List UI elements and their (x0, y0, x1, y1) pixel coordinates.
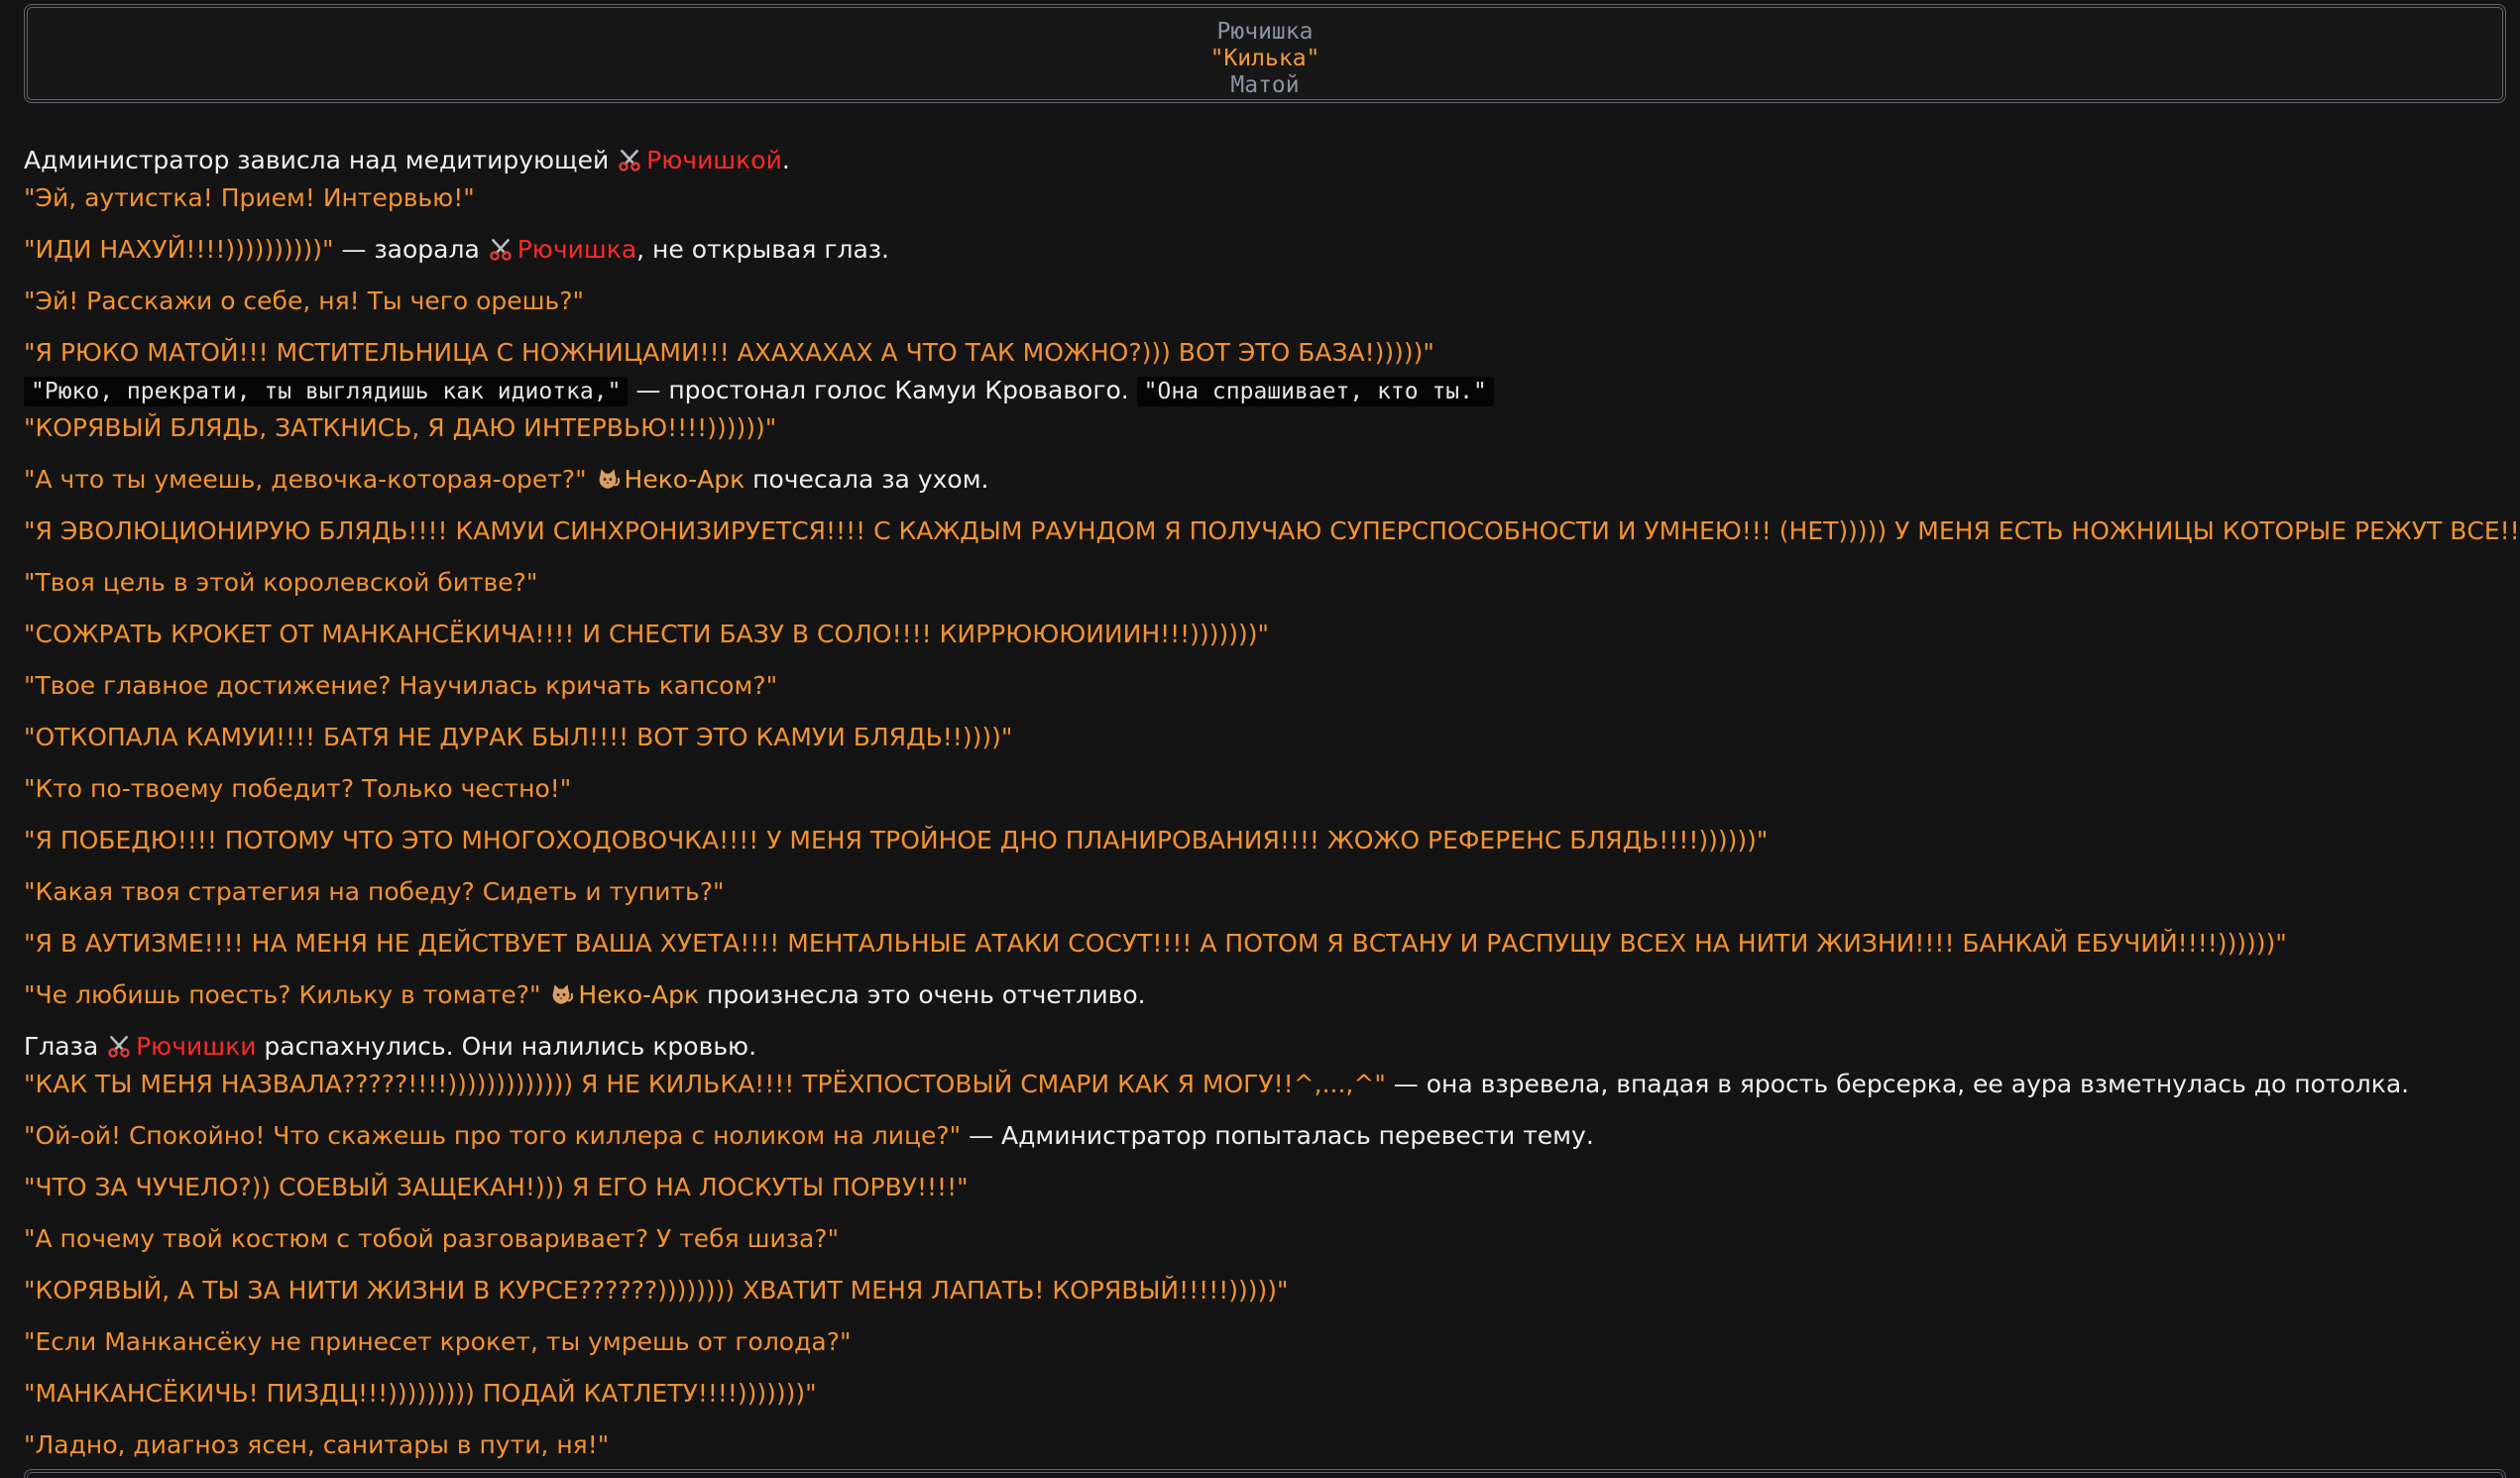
character-ryuchishka: Рючишка (516, 235, 637, 264)
narration: произнесла это очень отчетливо. (699, 980, 1146, 1009)
header-surname: Матой (1230, 72, 1300, 98)
character-neko-arc: Неко-Арк (624, 465, 745, 494)
dialogue-line: "Эй! Расскажи о себе, ня! Ты чего орешь?… (24, 286, 585, 315)
scissors-icon (488, 236, 514, 262)
character-neko-arc: Неко-Арк (578, 980, 700, 1009)
dialogue-line: "Если Манкансёку не принесет крокет, ты … (24, 1327, 852, 1356)
narration: — заорала (333, 235, 488, 264)
scissors-icon (106, 1033, 132, 1059)
dialogue-line: "Ладно, диагноз ясен, санитары в пути, н… (24, 1430, 610, 1459)
narration: , не открывая глаз. (636, 235, 890, 264)
dialogue-line: "Я В АУТИЗМЕ!!!! НА МЕНЯ НЕ ДЕЙСТВУЕТ ВА… (24, 929, 2287, 958)
story-line: Глаза Рючишки распахнулись. Они налились… (24, 1028, 2506, 1066)
story-line: "КАК ТЫ МЕНЯ НАЗВАЛА?????!!!!)))))))))))… (24, 1066, 2506, 1103)
dialogue-line: "А почему твой костюм с тобой разговарив… (24, 1224, 840, 1253)
narration: . (781, 146, 790, 174)
story-line: "Ой-ой! Спокойно! Что скажешь про того к… (24, 1117, 2506, 1155)
kamui-quote: "Она спрашивает, кто ты." (1136, 377, 1494, 406)
character-ryuchishka: Рючишкой (646, 146, 782, 174)
scissors-icon (617, 147, 642, 172)
cat-icon (595, 466, 621, 492)
dialogue-line: "МАНКАНСЁКИЧЬ! ПИЗДЦ!!!))))))))) ПОДАЙ К… (24, 1379, 817, 1408)
narration: Администратор зависла над медитирующей (24, 146, 618, 174)
header-nickname: "Килька" (1209, 46, 1320, 71)
story-line: "Че любишь поесть? Кильку в томате?" Нек… (24, 976, 2506, 1014)
story-line: "ИДИ НАХУЙ!!!!))))))))))" — заорала Рючи… (24, 231, 2506, 269)
narration: — Администратор попыталась перевести тем… (961, 1121, 1594, 1150)
character-ryuchishka: Рючишки (136, 1032, 257, 1061)
story-line: "Рюко, прекрати, ты выглядишь как идиотк… (24, 372, 2506, 409)
kamui-quote: "Рюко, прекрати, ты выглядишь как идиотк… (24, 377, 629, 406)
dialogue-line: "Я РЮКО МАТОЙ!!! МСТИТЕЛЬНИЦА С НОЖНИЦАМ… (24, 338, 1434, 367)
dialogue-line: "Я ПОБЕДЮ!!!! ПОТОМУ ЧТО ЭТО МНОГОХОДОВО… (24, 826, 1769, 854)
dialogue-line: "Я ЭВОЛЮЦИОНИРУЮ БЛЯДЬ!!!! КАМУИ СИНХРОН… (24, 516, 2520, 545)
dialogue: "Че любишь поесть? Кильку в томате?" (24, 980, 549, 1009)
dialogue-line: "Какая твоя стратегия на победу? Сидеть … (24, 877, 725, 906)
narration: почесала за ухом. (745, 465, 989, 494)
dialogue: "А что ты умеешь, девочка-которая-орет?" (24, 465, 595, 494)
dialogue-line: "ЧТО ЗА ЧУЧЕЛО?)) СОЕВЫЙ ЗАЩЕКАН!))) Я Е… (24, 1173, 969, 1201)
story-line: "А что ты умеешь, девочка-которая-орет?"… (24, 461, 2506, 499)
narration: распахнулись. Они налились кровью. (256, 1032, 757, 1061)
dialogue: "ИДИ НАХУЙ!!!!))))))))))" (24, 235, 334, 264)
dialogue-line: "Твоя цель в этой королевской битве?" (24, 568, 538, 597)
dialogue-line: "ОТКОПАЛА КАМУИ!!!! БАТЯ НЕ ДУРАК БЫЛ!!!… (24, 723, 1013, 751)
dialogue-line: "Эй, аутистка! Прием! Интервью!" (24, 183, 475, 212)
dialogue: "КАК ТЫ МЕНЯ НАЗВАЛА?????!!!!)))))))))))… (24, 1070, 1386, 1098)
narration: Глаза (24, 1032, 107, 1061)
story-content: Администратор зависла над медитирующей Р… (24, 142, 2520, 1464)
cat-icon (548, 981, 574, 1007)
dialogue-line: "Кто по-твоему победит? Только честно!" (24, 774, 572, 803)
bottom-border (24, 1469, 2506, 1478)
dialogue-line: "СОЖРАТЬ КРОКЕТ ОТ МАНКАНСЁКИЧА!!!! И СН… (24, 620, 1269, 648)
narration: — она взревела, впадая в ярость берсерка… (1385, 1070, 2410, 1098)
dialogue-line: "Твое главное достижение? Научилась крич… (24, 671, 778, 700)
story-header-box: Рючишка "Килька" Матой (24, 4, 2506, 103)
narration: — простонал голос Камуи Кровавого. (628, 376, 1137, 404)
dialogue: "Ой-ой! Спокойно! Что скажешь про того к… (24, 1121, 962, 1150)
dialogue-line: "КОРЯВЫЙ, А ТЫ ЗА НИТИ ЖИЗНИ В КУРСЕ????… (24, 1276, 1289, 1305)
dialogue-line: "КОРЯВЫЙ БЛЯДЬ, ЗАТКНИСЬ, Я ДАЮ ИНТЕРВЬЮ… (24, 413, 777, 442)
header-name: Рючишка (1216, 19, 1314, 45)
story-line: Администратор зависла над медитирующей Р… (24, 142, 2506, 179)
